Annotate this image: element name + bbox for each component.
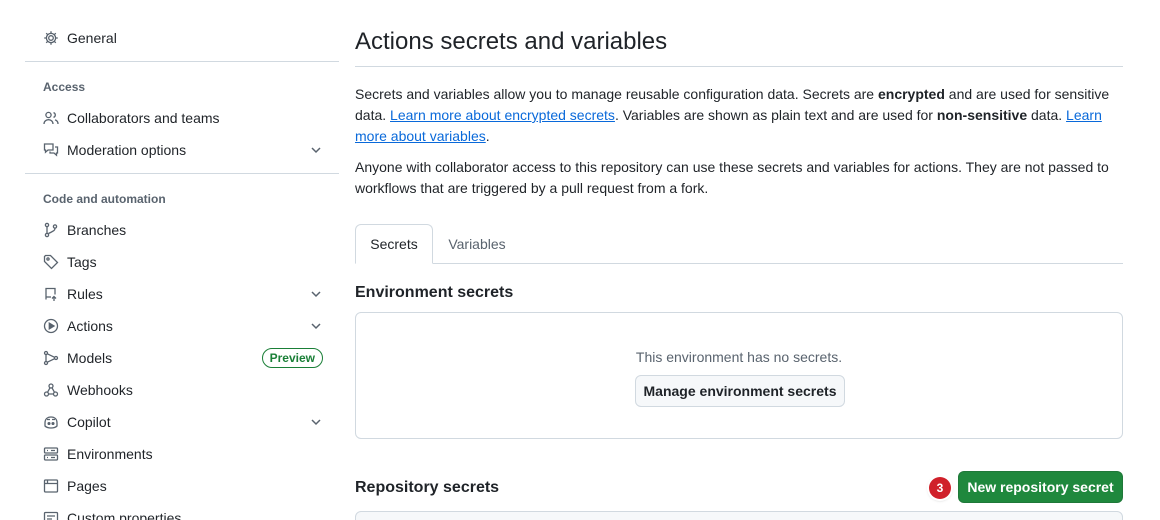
encrypted-secrets-link[interactable]: Learn more about encrypted secrets <box>390 107 615 123</box>
intro-bold-non-sensitive: non-sensitive <box>936 107 1028 123</box>
sidebar-item-moderation[interactable]: Moderation options <box>25 134 339 166</box>
intro-text: . Variables are shown as plain text and … <box>614 107 937 123</box>
title-divider <box>355 66 1123 67</box>
environment-secrets-box: This environment has no secrets. Manage … <box>355 312 1123 439</box>
repository-secrets-table <box>355 511 1123 520</box>
repo-push-icon <box>43 286 59 302</box>
sidebar-item-label: Branches <box>67 222 127 238</box>
sidebar-item-label: General <box>67 30 117 46</box>
chevron-down-icon[interactable] <box>309 415 323 429</box>
sidebar-item-tags[interactable]: Tags <box>25 246 339 278</box>
ai-model-icon <box>43 350 59 366</box>
chevron-down-icon[interactable] <box>309 143 323 157</box>
environment-secrets-heading: Environment secrets <box>355 284 514 301</box>
sidebar-item-label: Moderation options <box>67 142 187 158</box>
sidebar-item-label: Collaborators and teams <box>67 110 220 126</box>
chevron-down-icon[interactable] <box>309 319 323 333</box>
sidebar-item-label: Pages <box>67 478 107 494</box>
sidebar-item-label: Environments <box>67 446 153 462</box>
note-icon <box>43 510 59 520</box>
new-repository-secret-button[interactable]: New repository secret <box>958 471 1123 503</box>
collaborator-note: Anyone with collaborator access to this … <box>355 159 1109 196</box>
intro-bold-encrypted: encrypted <box>877 86 945 102</box>
tab-bar: Secrets Variables <box>355 224 1123 264</box>
sidebar-divider <box>25 173 339 174</box>
sidebar-item-models[interactable]: Models Preview <box>25 342 339 374</box>
repository-secrets-heading: Repository secrets <box>355 479 500 496</box>
sidebar-item-copilot[interactable]: Copilot <box>25 406 339 438</box>
sidebar-item-custom-properties[interactable]: Custom properties <box>25 502 339 520</box>
sidebar-item-label: Copilot <box>67 414 111 430</box>
intro-text: data. <box>1027 107 1067 123</box>
people-icon <box>43 110 59 126</box>
settings-sidebar: General Access Collaborators and teams M… <box>25 0 339 520</box>
tab-divider <box>355 263 1123 264</box>
sidebar-item-label: Models <box>67 350 113 366</box>
sidebar-item-branches[interactable]: Branches <box>25 214 339 246</box>
intro-text: Secrets and variables allow you to manag… <box>355 86 878 102</box>
sidebar-item-label: Actions <box>67 318 113 334</box>
tab-variables[interactable]: Variables <box>437 224 517 264</box>
server-icon <box>43 446 59 462</box>
sidebar-divider <box>25 61 339 62</box>
sidebar-item-label: Tags <box>67 254 97 270</box>
step-number-badge: 3 <box>929 477 951 499</box>
empty-state-text: This environment has no secrets. <box>635 349 843 365</box>
section-heading-code-automation: Code and automation <box>43 192 166 206</box>
chevron-down-icon[interactable] <box>309 287 323 301</box>
git-branch-icon <box>43 222 59 238</box>
copilot-icon <box>43 414 59 430</box>
sidebar-item-pages[interactable]: Pages <box>25 470 339 502</box>
intro-paragraph: Secrets and variables allow you to manag… <box>355 84 1123 147</box>
sidebar-item-label: Webhooks <box>67 382 133 398</box>
sidebar-item-rules[interactable]: Rules <box>25 278 339 310</box>
manage-environment-secrets-button[interactable]: Manage environment secrets <box>635 375 845 407</box>
comment-discussion-icon <box>43 142 59 158</box>
sidebar-item-general[interactable]: General <box>25 22 339 54</box>
main-content: Actions secrets and variables Secrets an… <box>355 0 1123 520</box>
page-title: Actions secrets and variables <box>355 28 668 55</box>
gear-icon <box>43 30 59 46</box>
tab-secrets[interactable]: Secrets <box>355 224 433 264</box>
intro-text: . <box>485 128 490 144</box>
sidebar-item-label: Rules <box>67 286 103 302</box>
sidebar-item-environments[interactable]: Environments <box>25 438 339 470</box>
webhook-icon <box>43 382 59 398</box>
section-heading-access: Access <box>43 80 86 94</box>
browser-icon <box>43 478 59 494</box>
sidebar-item-label: Custom properties <box>67 510 182 520</box>
preview-badge: Preview <box>261 348 323 368</box>
sidebar-item-webhooks[interactable]: Webhooks <box>25 374 339 406</box>
tag-icon <box>43 254 59 270</box>
play-icon <box>43 318 59 334</box>
sidebar-item-collaborators[interactable]: Collaborators and teams <box>25 102 339 134</box>
sidebar-item-actions[interactable]: Actions <box>25 310 339 342</box>
